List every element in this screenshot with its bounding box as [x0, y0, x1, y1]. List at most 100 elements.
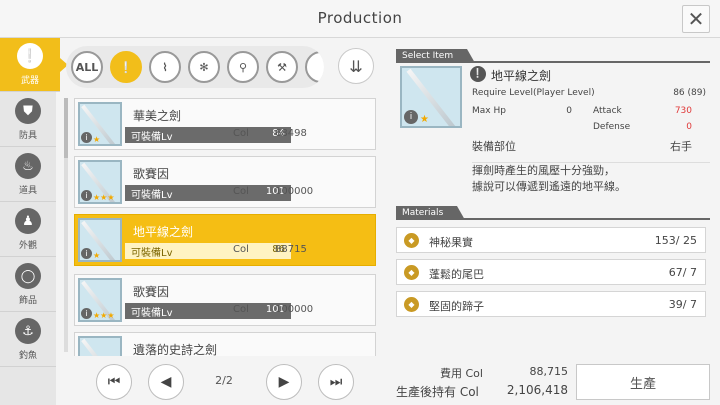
filter-all[interactable]: ALL	[71, 51, 103, 83]
description-line: 揮劍時產生的風壓十分強勁，	[472, 164, 615, 177]
material-row: ◆ 堅固的蹄子 39/ 7	[396, 291, 706, 317]
filter-axe[interactable]: ⚒	[266, 51, 298, 83]
materials-header: Materials	[396, 206, 710, 220]
info-icon: i	[81, 132, 92, 143]
sort-button[interactable]: ⇊	[338, 48, 374, 84]
sort-icon: ⇊	[349, 56, 363, 76]
category-items[interactable]: ♨ 道具	[0, 148, 56, 202]
item-thumbnail: i ★★★	[78, 278, 122, 322]
selected-item-image: i ★	[400, 66, 462, 128]
potion-icon: ♨	[15, 153, 41, 179]
list-item[interactable]: i★ 遺落的史詩之劍	[74, 332, 376, 356]
require-level-label: Require Level(Player Level)	[472, 88, 595, 98]
category-label: 釣魚	[18, 351, 37, 361]
rarity-stars: ★	[93, 135, 101, 144]
prev-page-button[interactable]: ◀	[148, 364, 184, 400]
category-costume[interactable]: ♟ 外觀	[0, 203, 56, 257]
col-label: Col	[233, 304, 249, 315]
info-icon: i	[81, 308, 92, 319]
costume-icon: ♟	[15, 208, 41, 234]
chevron-left-icon: ◀	[160, 374, 172, 390]
filter-spear[interactable]	[305, 51, 324, 83]
category-weapons[interactable]: ❕ 武器	[0, 38, 68, 92]
ring-icon: ◯	[15, 263, 41, 289]
info-icon: i	[81, 248, 92, 259]
require-level-value: 86 (89)	[673, 88, 706, 98]
defense-value: 0	[686, 122, 692, 132]
rarity-stars: ★★★	[93, 193, 115, 202]
col-label: Col	[233, 186, 249, 197]
material-name: 堅固的蹄子	[429, 300, 484, 313]
chevron-right-icon: ▶	[278, 374, 290, 390]
col-label: Col	[233, 128, 249, 139]
item-list: i ★ 華美之劍 可裝備Lv 84 Col 68498 i ★★★ 歌賽因 可裝備L…	[64, 94, 386, 356]
weapon-type-filter-bar: ALL ❕ ⌇ ✻ ⚲ ⚒	[66, 46, 324, 88]
item-thumbnail: i★	[78, 218, 122, 262]
filter-rapier[interactable]: ⌇	[149, 51, 181, 83]
fishing-icon: ⚓	[15, 318, 41, 344]
fee-value: 88,715	[529, 365, 569, 378]
col-value: 88715	[275, 244, 307, 255]
after-production-col-label: 生產後持有 Col	[396, 385, 479, 399]
description-line: 據說可以傳遞到遙遠的地平線。	[472, 180, 626, 193]
category-label: 防具	[18, 131, 37, 141]
after-production-col-value: 2,106,418	[506, 383, 568, 397]
item-thumbnail: i★	[78, 102, 122, 146]
title-bar: Production ✕	[0, 0, 720, 38]
col-value: 100000	[275, 186, 314, 197]
last-page-button[interactable]: ⏭	[318, 364, 354, 400]
rarity-stars: ★	[420, 114, 429, 125]
item-name: 地平線之劍	[133, 225, 194, 239]
req-level-label: 可裝備Lv	[131, 248, 173, 259]
attack-value: 730	[674, 106, 692, 116]
armor-icon: ⛊	[15, 98, 41, 124]
dagger-filter-icon: ⚲	[238, 60, 248, 74]
next-page-button[interactable]: ▶	[266, 364, 302, 400]
axe-filter-icon: ⚒	[277, 60, 287, 74]
first-page-button[interactable]: ⏮	[96, 364, 132, 400]
mace-filter-icon: ✻	[199, 60, 209, 74]
info-icon: i	[404, 110, 418, 124]
filter-sword[interactable]: ❕	[110, 51, 142, 83]
req-level-label: 可裝備Lv	[131, 190, 173, 201]
item-name: 遺落的史詩之劍	[133, 343, 218, 356]
maxhp-label: Max Hp	[472, 106, 506, 116]
list-item[interactable]: i ★ 華美之劍 可裝備Lv 84 Col 68498	[74, 98, 376, 150]
category-sidebar: ❕ 武器 ⛊ 防具 ♨ 道具 ♟ 外觀 ◯ 飾品 ⚓ 釣魚	[0, 38, 68, 405]
req-level-label: 可裝備Lv	[131, 308, 173, 319]
material-bag-icon: ◆	[404, 265, 419, 280]
material-row: ◆ 神秘果實 153/ 25	[396, 227, 706, 253]
material-name: 蓬鬆的尾巴	[429, 268, 484, 281]
section-tag: Select Item	[396, 49, 476, 63]
filter-mace[interactable]: ✻	[188, 51, 220, 83]
filter-dagger[interactable]: ⚲	[227, 51, 259, 83]
category-label: 武器	[20, 76, 39, 86]
req-level-label: 可裝備Lv	[131, 132, 173, 143]
close-button[interactable]: ✕	[682, 5, 710, 33]
category-fishing[interactable]: ⚓ 釣魚	[0, 313, 56, 367]
attack-label: Attack	[593, 106, 622, 116]
equip-slot-label: 裝備部位	[472, 140, 516, 153]
defense-label: Defense	[593, 122, 631, 132]
material-bag-icon: ◆	[404, 233, 419, 248]
selected-item-name: 地平線之劍	[491, 69, 552, 83]
item-thumbnail: i★	[78, 336, 122, 356]
material-bag-icon: ◆	[404, 297, 419, 312]
list-item-selected[interactable]: i ★ 地平線之劍 可裝備Lv 86 Col 88715	[74, 214, 376, 266]
item-name: 華美之劍	[133, 109, 182, 123]
category-armor[interactable]: ⛊ 防具	[0, 93, 56, 147]
col-value: 68498	[275, 128, 307, 139]
produce-button[interactable]: 生產	[576, 364, 710, 400]
rarity-stars: ★★★	[93, 311, 115, 320]
material-name: 神秘果實	[429, 236, 473, 249]
category-label: 飾品	[18, 296, 37, 306]
skip-forward-icon: ⏭	[329, 374, 343, 390]
list-item[interactable]: i ★★★ 歌賽因 可裝備Lv 101 Col 100000	[74, 274, 376, 326]
rarity-stars: ★	[93, 251, 101, 260]
list-item[interactable]: i ★★★ 歌賽因 可裝備Lv 101 Col 100000	[74, 156, 376, 208]
page-indicator: 2/2	[215, 374, 233, 387]
category-accessory[interactable]: ◯ 飾品	[0, 258, 56, 312]
sword-filter-icon: ❕	[119, 60, 133, 74]
all-filter-icon: ALL	[75, 60, 99, 74]
item-name: 歌賽因	[133, 167, 170, 181]
